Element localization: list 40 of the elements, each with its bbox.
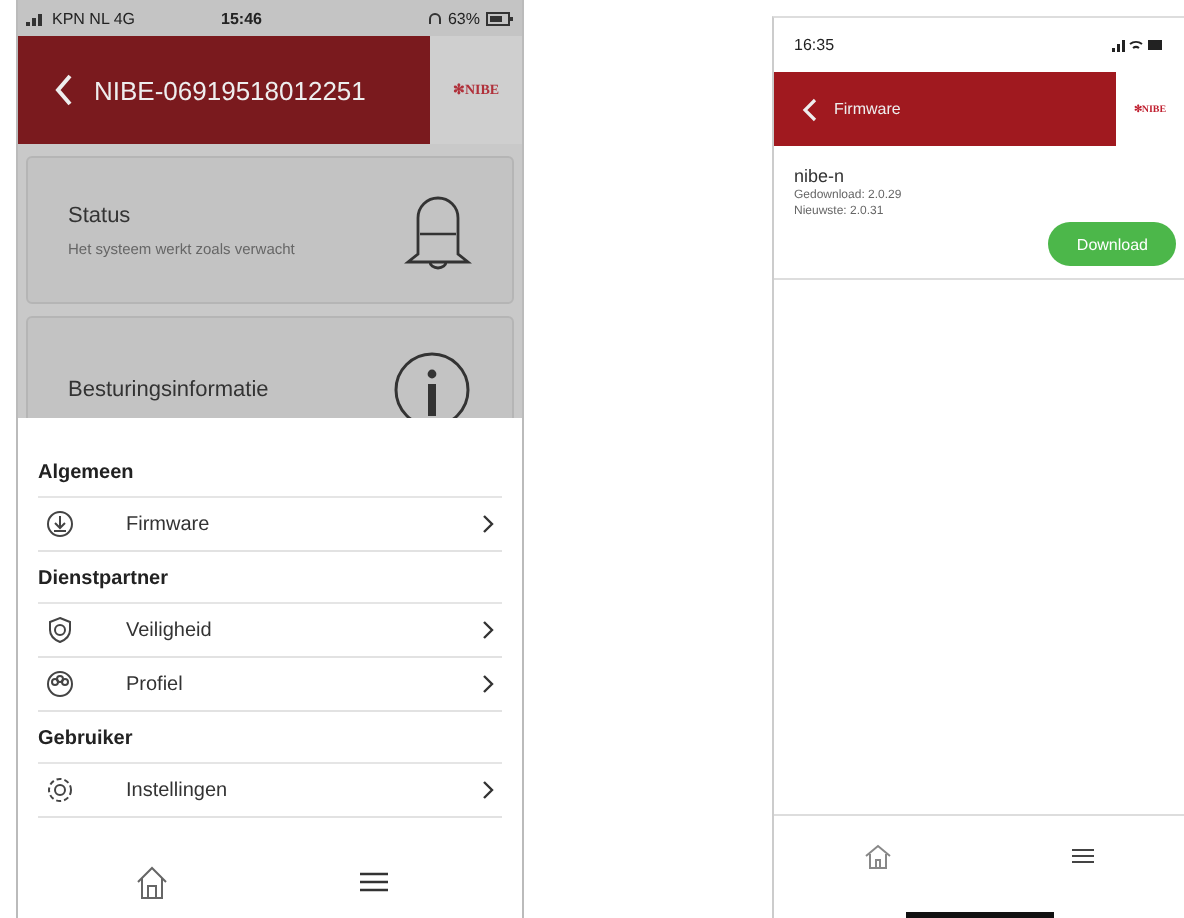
battery-percentage: 63% [447,9,480,27]
section-heading: Algemeen [38,418,502,498]
back-icon[interactable] [802,97,818,121]
section-heading: Dienstpartner [38,552,502,604]
shield-icon [46,616,74,644]
menu-icon[interactable] [359,872,387,892]
info-icon [392,350,472,418]
gear-icon [46,776,74,804]
chevron-right-icon [482,620,494,640]
menu-item[interactable]: Instellingen [38,764,502,818]
back-icon[interactable] [54,74,74,106]
card-title: Besturingsinformatie [68,378,269,402]
menu-icon[interactable] [1072,848,1094,864]
chevron-right-icon [482,780,494,800]
info-card[interactable]: Besturingsinformatie [26,316,514,418]
menu-item[interactable]: Firmware [38,498,502,552]
clock: 15:46 [221,9,262,27]
section-heading: Gebruiker [38,712,502,764]
home-icon[interactable] [133,864,169,900]
menu-item[interactable]: Profiel [38,658,502,712]
menu-item-label: Profiel [126,673,185,695]
card-title: Status [68,203,133,227]
menu-item[interactable]: Veiligheid [38,604,502,658]
menu-item-label: Veiligheid [126,619,214,641]
menu-item-label: Firmware [126,513,212,535]
download-icon [46,510,74,538]
headphones-icon [427,11,442,25]
people-icon [46,670,74,698]
clock: 16:35 [794,36,835,54]
header-title: Firmware [834,100,901,118]
carrier-label: KPN NL 4G [52,9,135,27]
battery-icon [486,11,514,25]
home-icon[interactable] [864,842,892,870]
chevron-right-icon [482,674,494,694]
menu-item-label: Instellingen [126,779,230,801]
status-icons [1112,38,1164,52]
firmware-name: nibe-n [794,166,847,186]
signal-icon [26,11,46,25]
header-title: NIBE-06919518012251 [94,75,366,105]
chevron-right-icon [482,514,494,534]
